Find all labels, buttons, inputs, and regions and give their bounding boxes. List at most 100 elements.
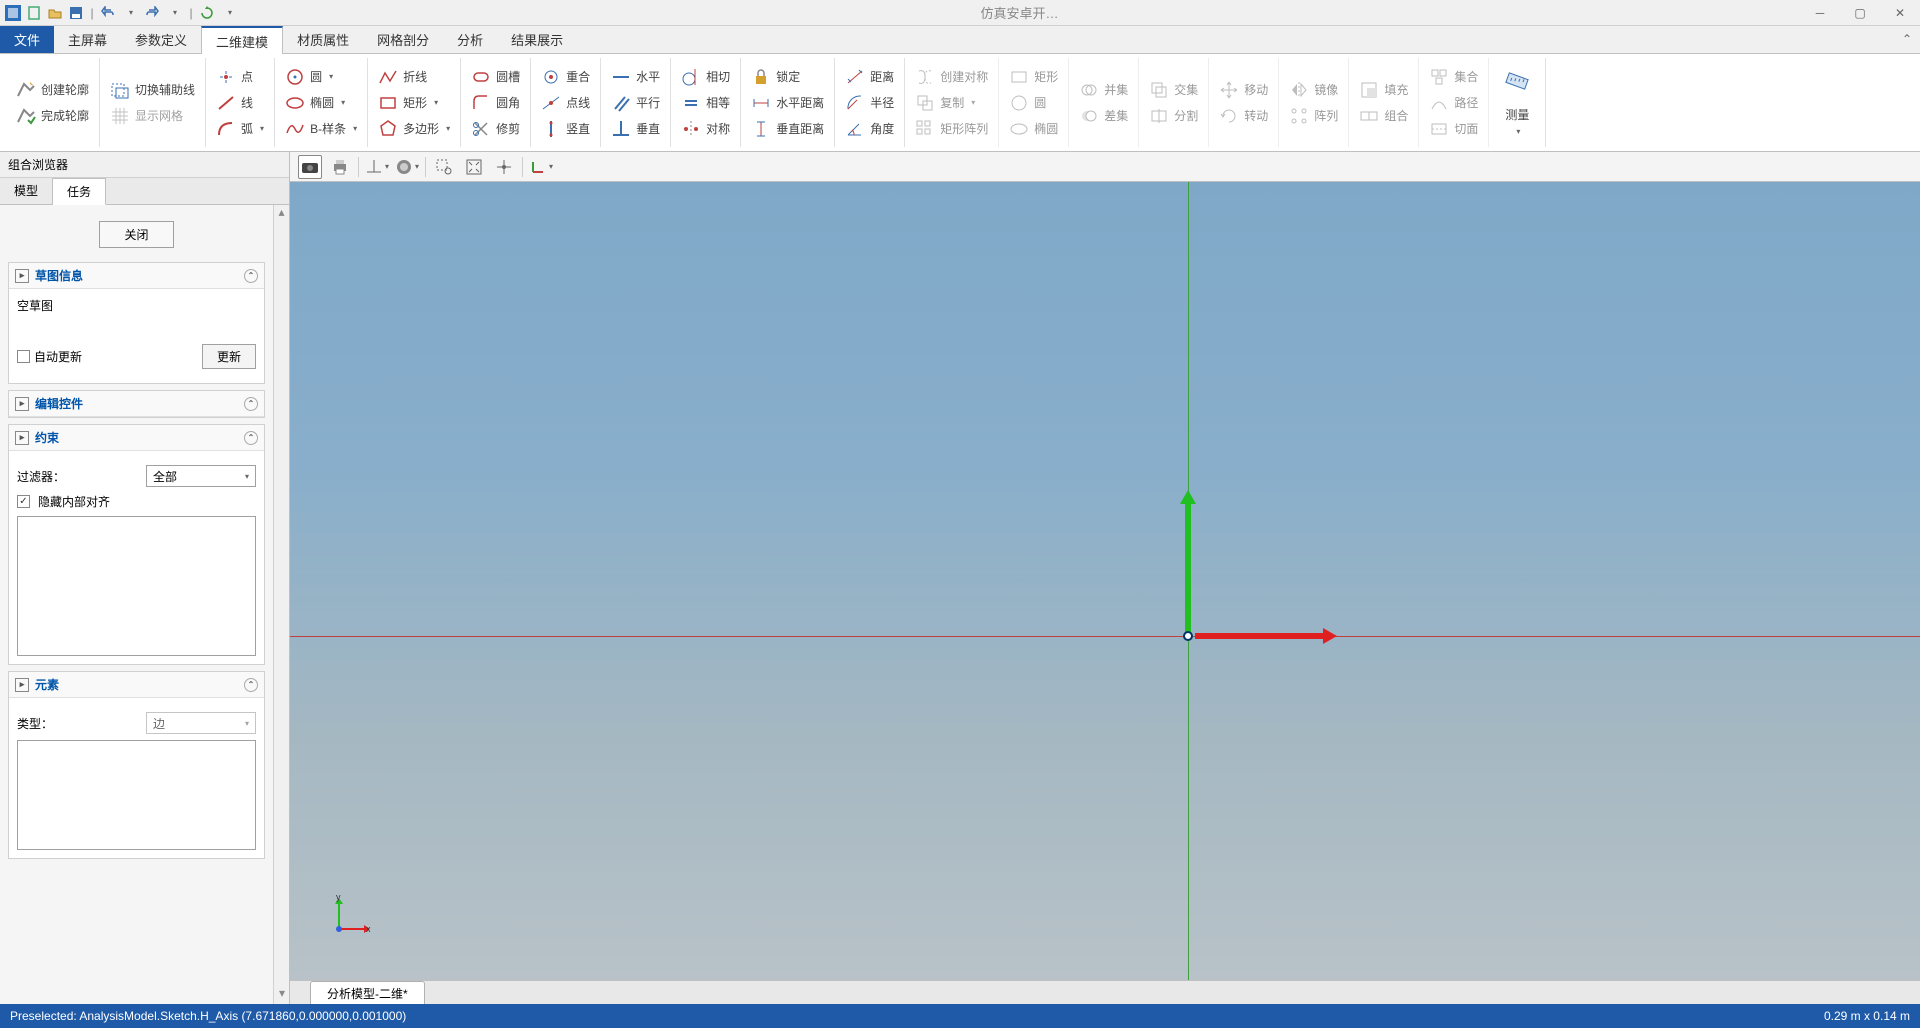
axis-tool[interactable]: ▾ xyxy=(365,155,389,179)
circle2-button[interactable]: 圆 xyxy=(1005,91,1062,115)
redo-icon[interactable] xyxy=(143,4,161,22)
panel-expand-icon[interactable]: ⌃ xyxy=(244,397,258,411)
radius-button[interactable]: 半径 xyxy=(841,91,898,115)
copy-button[interactable]: 复制▾ xyxy=(911,91,992,115)
diff-button[interactable]: 差集 xyxy=(1075,104,1132,128)
panel-close-button[interactable]: 关闭 xyxy=(99,221,173,248)
print-button[interactable] xyxy=(328,155,352,179)
fillet-button[interactable]: 圆角 xyxy=(467,91,524,115)
rect-array-button[interactable]: 矩形阵列 xyxy=(911,117,992,141)
parallel-button[interactable]: 平行 xyxy=(607,91,664,115)
panel-edit-controls-header[interactable]: ▸ 编辑控件 ⌃ xyxy=(9,391,264,417)
toggle-aux-button[interactable]: 切换辅助线 xyxy=(106,78,199,102)
constraints-list[interactable] xyxy=(17,516,256,656)
coord-tool[interactable]: ▾ xyxy=(529,155,553,179)
trim-button[interactable]: 修剪 xyxy=(467,117,524,141)
hdist-button[interactable]: 水平距离 xyxy=(747,91,828,115)
path-button[interactable]: 路径 xyxy=(1425,91,1482,115)
zoom-window-tool[interactable] xyxy=(432,155,456,179)
panel-elements-header[interactable]: ▸ 元素 ⌃ xyxy=(9,672,264,698)
point-button[interactable]: 点 xyxy=(212,65,268,89)
angle-button[interactable]: 角度 xyxy=(841,117,898,141)
refresh-icon[interactable] xyxy=(198,4,216,22)
combine-button[interactable]: 组合 xyxy=(1355,104,1412,128)
perpendicular-button[interactable]: 垂直 xyxy=(607,117,664,141)
type-select[interactable]: 边 ▾ xyxy=(146,712,256,734)
undo-dropdown[interactable]: ▾ xyxy=(122,4,140,22)
tab-mesh[interactable]: 网格剖分 xyxy=(363,26,443,53)
intersect-button[interactable]: 交集 xyxy=(1145,78,1202,102)
ellipse2-button[interactable]: 椭圆 xyxy=(1005,117,1062,141)
mirror-button[interactable]: 镜像 xyxy=(1285,78,1342,102)
union-button[interactable]: 并集 xyxy=(1075,78,1132,102)
measure-button[interactable]: 测量▾ xyxy=(1495,66,1539,140)
new-icon[interactable] xyxy=(25,4,43,22)
create-sym-button[interactable]: 创建对称 xyxy=(911,65,992,89)
sidebar-tab-model[interactable]: 模型 xyxy=(0,178,53,204)
fill-button[interactable]: 填充 xyxy=(1355,78,1412,102)
panel-expand-icon[interactable]: ⌃ xyxy=(244,269,258,283)
camera-button[interactable] xyxy=(298,155,322,179)
equal-button[interactable]: 相等 xyxy=(677,91,734,115)
refresh-dropdown[interactable]: ▾ xyxy=(221,4,239,22)
maximize-button[interactable]: ▢ xyxy=(1840,0,1880,26)
tab-analysis[interactable]: 分析 xyxy=(443,26,497,53)
polyline-button[interactable]: 折线 xyxy=(374,65,454,89)
panel-sketch-info-header[interactable]: ▸ 草图信息 ⌃ xyxy=(9,263,264,289)
panel-constraints-header[interactable]: ▸ 约束 ⌃ xyxy=(9,425,264,451)
sidebar-tab-task[interactable]: 任务 xyxy=(53,178,106,205)
elements-list[interactable] xyxy=(17,740,256,850)
polygon-button[interactable]: 多边形▾ xyxy=(374,117,454,141)
rotate-button[interactable]: 转动 xyxy=(1215,104,1272,128)
tab-file[interactable]: 文件 xyxy=(0,26,54,53)
tab-materials[interactable]: 材质属性 xyxy=(283,26,363,53)
rectangle-button[interactable]: 矩形▾ xyxy=(374,91,454,115)
move-button[interactable]: 移动 xyxy=(1215,78,1272,102)
bspline-button[interactable]: B-样条▾ xyxy=(281,117,361,141)
tab-results[interactable]: 结果展示 xyxy=(497,26,577,53)
slot-button[interactable]: 圆槽 xyxy=(467,65,524,89)
pan-tool[interactable] xyxy=(492,155,516,179)
show-grid-button[interactable]: 显示网格 xyxy=(106,104,199,128)
tangent-button[interactable]: 相切 xyxy=(677,65,734,89)
horizontal-c-button[interactable]: 水平 xyxy=(607,65,664,89)
doc-tab-model[interactable]: 分析模型-二维* xyxy=(310,981,425,1004)
arc-button[interactable]: 弧▾ xyxy=(212,117,268,141)
save-icon[interactable] xyxy=(67,4,85,22)
minimize-button[interactable]: ─ xyxy=(1800,0,1840,26)
panel-expand-icon[interactable]: ⌃ xyxy=(244,678,258,692)
tab-2d-modeling[interactable]: 二维建模 xyxy=(201,26,283,54)
app-icon[interactable] xyxy=(4,4,22,22)
lock-button[interactable]: 锁定 xyxy=(747,65,828,89)
sidebar-scrollbar[interactable]: ▴ ▾ xyxy=(273,205,289,1004)
tab-params[interactable]: 参数定义 xyxy=(121,26,201,53)
close-button[interactable]: ✕ xyxy=(1880,0,1920,26)
update-button[interactable]: 更新 xyxy=(202,344,256,369)
panel-expand-icon[interactable]: ⌃ xyxy=(244,431,258,445)
vertical-c-button[interactable]: 竖直 xyxy=(537,117,594,141)
rect2-button[interactable]: 矩形 xyxy=(1005,65,1062,89)
point-on-button[interactable]: 点线 xyxy=(537,91,594,115)
redo-dropdown[interactable]: ▾ xyxy=(166,4,184,22)
circle-button[interactable]: 圆▾ xyxy=(281,65,361,89)
viewport-3d[interactable]: y x xyxy=(290,182,1920,980)
line-button[interactable]: 线 xyxy=(212,91,268,115)
collect-button[interactable]: 集合 xyxy=(1425,65,1482,89)
array-button[interactable]: 阵列 xyxy=(1285,104,1342,128)
ribbon-expand-icon[interactable]: ⌃ xyxy=(1902,32,1912,46)
open-icon[interactable] xyxy=(46,4,64,22)
split-button[interactable]: 分割 xyxy=(1145,104,1202,128)
ellipse-button[interactable]: 椭圆▾ xyxy=(281,91,361,115)
finish-profile-button[interactable]: 完成轮廓 xyxy=(12,104,93,128)
symmetric-button[interactable]: 对称 xyxy=(677,117,734,141)
coincident-button[interactable]: 重合 xyxy=(537,65,594,89)
create-profile-button[interactable]: 创建轮廓 xyxy=(12,78,93,102)
fit-tool[interactable] xyxy=(462,155,486,179)
vdist-button[interactable]: 垂直距离 xyxy=(747,117,828,141)
filter-select[interactable]: 全部 ▾ xyxy=(146,465,256,487)
hide-internal-checkbox[interactable]: ✓ xyxy=(17,495,30,508)
style-tool[interactable]: ▾ xyxy=(395,155,419,179)
tab-home[interactable]: 主屏幕 xyxy=(54,26,121,53)
distance-button[interactable]: 距离 xyxy=(841,65,898,89)
auto-update-checkbox[interactable] xyxy=(17,350,30,363)
